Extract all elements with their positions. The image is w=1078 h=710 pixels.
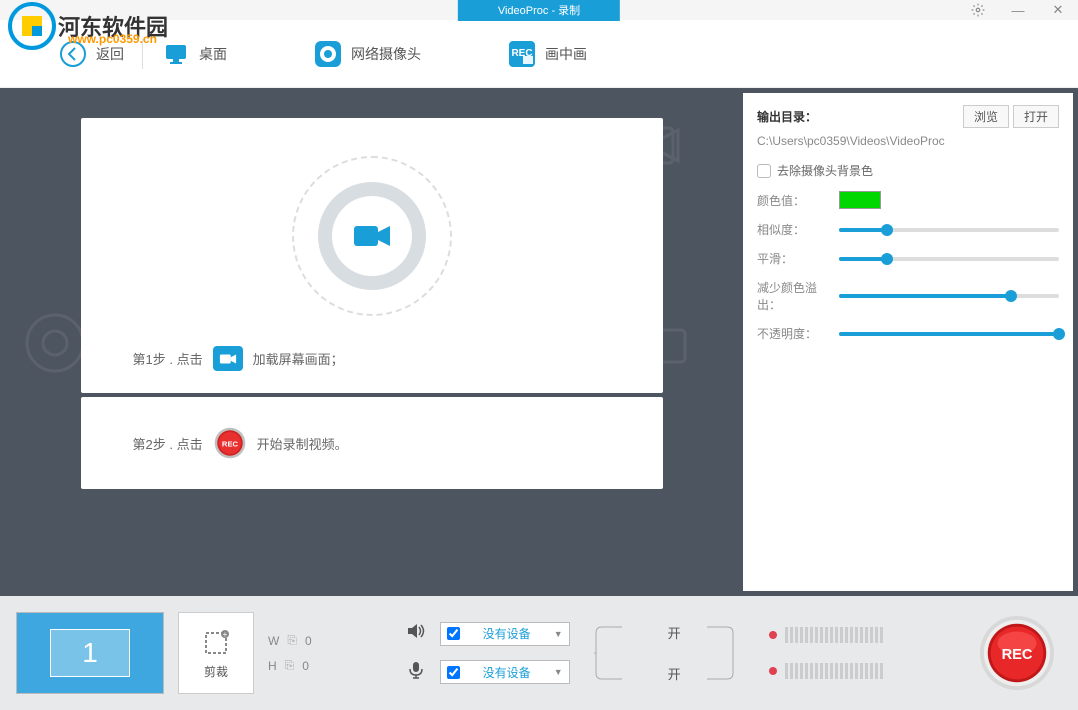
link-icon: ⎘	[285, 658, 295, 673]
speaker-device-select[interactable]: 没有设备 ▼	[440, 622, 570, 646]
mic-device-text: 没有设备	[483, 664, 531, 681]
webcam-button[interactable]: 网络摄像头	[295, 34, 439, 74]
svg-text:REC: REC	[222, 439, 239, 448]
spill-slider[interactable]	[839, 294, 1059, 298]
remove-bg-checkbox[interactable]	[757, 164, 771, 178]
svg-text:+: +	[223, 630, 228, 639]
mic-indicator	[769, 667, 777, 675]
mic-checkbox[interactable]	[447, 666, 460, 679]
dimensions: W ⎘ 0 H ⎘ 0	[268, 633, 312, 673]
side-panel: 输出目录： 浏览 打开 C:\Users\pc0359\Videos\Video…	[743, 93, 1073, 591]
crop-button[interactable]: + 剪裁	[178, 612, 254, 694]
bottom-bar: 1 + 剪裁 W ⎘ 0 H ⎘ 0 没有设备 ▼	[0, 596, 1078, 710]
camera-icon	[352, 222, 392, 250]
crop-label: 剪裁	[204, 663, 228, 680]
preview-zone: 第1步 . 点击 加载屏幕画面； 第2步 . 点击 REC 开始录制视频。	[0, 88, 743, 596]
rec-label: REC	[1002, 647, 1033, 663]
source-thumbnail[interactable]: 1	[16, 612, 164, 694]
mic-device-select[interactable]: 没有设备 ▼	[440, 660, 570, 684]
minimize-button[interactable]: —	[998, 0, 1038, 20]
h-label: H	[268, 659, 277, 673]
webcam-icon	[313, 39, 343, 69]
step2-suffix: 开始录制视频。	[257, 434, 348, 453]
preview-ring[interactable]	[292, 156, 452, 316]
step2-card: 第2步 . 点击 REC 开始录制视频。	[81, 397, 663, 489]
microphone-icon	[406, 660, 430, 685]
webcam-label: 网络摄像头	[351, 44, 421, 64]
switch-column: 开 开	[668, 623, 681, 683]
h-value: 0	[302, 659, 309, 673]
color-label: 颜色值：	[757, 192, 831, 209]
opacity-slider[interactable]	[839, 332, 1059, 336]
smooth-slider[interactable]	[839, 257, 1059, 261]
output-path: C:\Users\pc0359\Videos\VideoProc	[757, 134, 1059, 148]
speaker-icon	[406, 622, 430, 645]
mic-meter	[785, 663, 883, 679]
smooth-label: 平滑：	[757, 250, 831, 267]
speaker-device-text: 没有设备	[483, 625, 531, 642]
speaker-indicator	[769, 631, 777, 639]
step1-instruction: 第1步 . 点击 加载屏幕画面；	[133, 346, 344, 371]
speaker-switch[interactable]: 开	[668, 623, 681, 642]
meter-column	[769, 627, 883, 679]
similarity-slider[interactable]	[839, 228, 1059, 232]
record-button[interactable]: REC	[978, 614, 1056, 692]
desktop-label: 桌面	[199, 44, 227, 64]
crop-icon: +	[200, 627, 232, 659]
watermark-logo-area: 河东软件园 www.pc0359.cn	[8, 2, 168, 50]
pip-icon: REC	[507, 39, 537, 69]
step2-prefix: 第2步 . 点击	[133, 434, 203, 453]
chevron-down-icon: ▼	[554, 629, 563, 639]
color-swatch[interactable]	[839, 191, 881, 209]
open-button[interactable]: 打开	[1013, 105, 1059, 128]
watermark-logo-icon	[8, 2, 56, 50]
opacity-label: 不透明度：	[757, 325, 831, 342]
speaker-meter	[785, 627, 883, 643]
spill-label: 减少颜色溢出：	[757, 279, 831, 313]
output-dir-label: 输出目录：	[757, 108, 817, 125]
thumb-number: 1	[50, 629, 130, 677]
audio-zone: 没有设备 ▼ 没有设备 ▼	[406, 622, 570, 685]
pip-button[interactable]: REC 画中画	[489, 34, 605, 74]
similarity-label: 相似度：	[757, 221, 831, 238]
w-label: W	[268, 634, 279, 648]
remove-bg-label: 去除摄像头背景色	[777, 162, 873, 179]
step1-suffix: 加载屏幕画面；	[253, 349, 344, 368]
mic-switch[interactable]: 开	[668, 664, 681, 683]
w-value: 0	[305, 634, 312, 648]
settings-icon[interactable]	[958, 0, 998, 20]
bracket-left	[594, 625, 624, 681]
window-title: VideoProc - 录制	[458, 0, 620, 21]
preview-card: 第1步 . 点击 加载屏幕画面；	[81, 118, 663, 393]
close-button[interactable]: ✕	[1038, 0, 1078, 20]
watermark-url: www.pc0359.cn	[68, 32, 157, 46]
pip-label: 画中画	[545, 44, 587, 64]
chevron-down-icon: ▼	[554, 667, 563, 677]
rec-mini-icon: REC	[213, 426, 247, 460]
bracket-right	[705, 625, 735, 681]
browse-button[interactable]: 浏览	[963, 105, 1009, 128]
link-icon: ⎘	[287, 633, 297, 648]
step1-camera-badge	[213, 346, 243, 371]
speaker-checkbox[interactable]	[447, 627, 460, 640]
step1-prefix: 第1步 . 点击	[133, 349, 203, 368]
main-area: 第1步 . 点击 加载屏幕画面； 第2步 . 点击 REC 开始录制视频。 输出…	[0, 88, 1078, 596]
